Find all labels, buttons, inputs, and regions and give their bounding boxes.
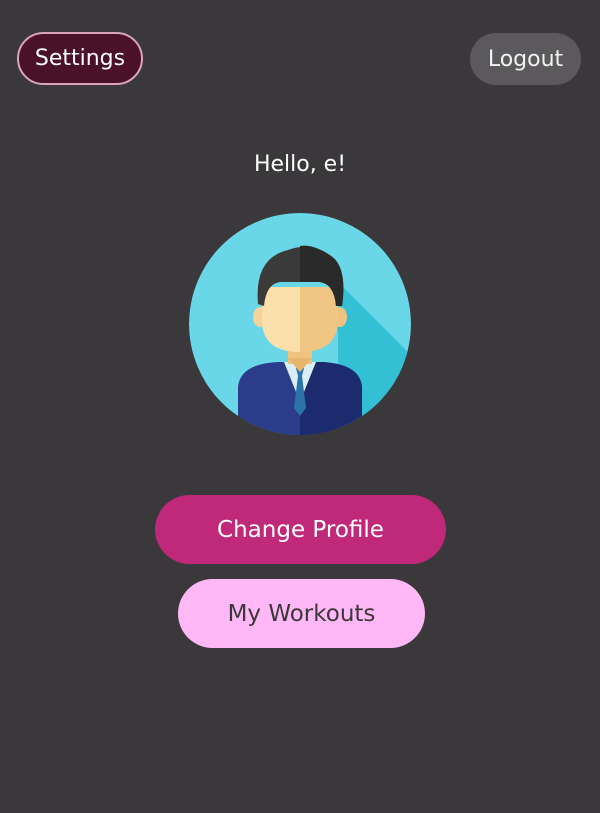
change-profile-button[interactable]: Change Profile [155, 495, 446, 564]
settings-button[interactable]: Settings [17, 32, 143, 85]
my-workouts-button[interactable]: My Workouts [178, 579, 425, 648]
greeting-text: Hello, e! [253, 152, 347, 177]
logout-button[interactable]: Logout [470, 33, 581, 85]
user-avatar-icon [188, 212, 412, 436]
